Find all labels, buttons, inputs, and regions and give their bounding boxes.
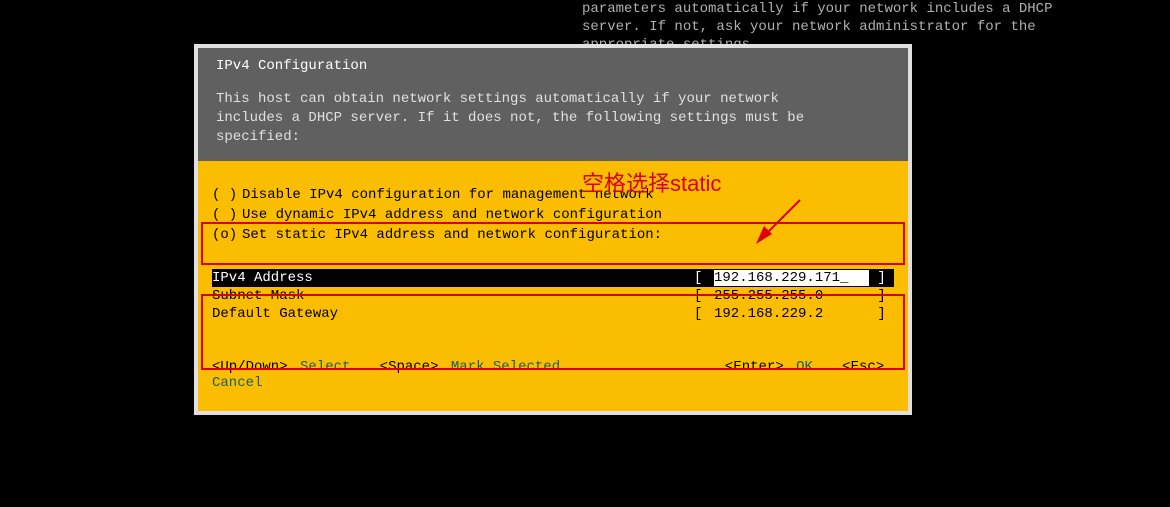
dialog-description: This host can obtain network settings au… [216, 90, 890, 147]
subnet-mask-input[interactable]: 255.255.255.0 [714, 288, 869, 304]
hint-space-key: <Space> [380, 359, 439, 375]
radio-dynamic-ipv4[interactable]: ( )Use dynamic IPv4 address and network … [212, 205, 894, 225]
hint-enter-action: OK [796, 359, 813, 375]
default-gateway-input[interactable]: 192.168.229.2 [714, 306, 869, 322]
radio-static-ipv4[interactable]: (o)Set static IPv4 address and network c… [212, 225, 894, 245]
dialog-footer: <Up/Down> Select <Space> Mark Selected <… [212, 353, 894, 397]
hint-updown-key: <Up/Down> [212, 359, 288, 375]
hint-esc-key: <Esc> [842, 359, 884, 375]
ip-fields: IPv4 Address [ 192.168.229.171_ ] Subnet… [212, 269, 894, 323]
dialog-body: ( )Disable IPv4 configuration for manage… [198, 161, 908, 411]
annotation-text: 空格选择static [582, 166, 721, 198]
hint-updown-action: Select [300, 359, 350, 375]
ipv4-address-input[interactable]: 192.168.229.171_ [714, 270, 869, 286]
dialog-title: IPv4 Configuration [216, 58, 890, 74]
hint-esc-action: Cancel [212, 375, 262, 391]
radio-disable-ipv4[interactable]: ( )Disable IPv4 configuration for manage… [212, 185, 894, 205]
field-ipv4-address[interactable]: IPv4 Address [ 192.168.229.171_ ] [212, 269, 894, 287]
hint-enter-key: <Enter> [725, 359, 784, 375]
field-subnet-mask[interactable]: Subnet Mask [ 255.255.255.0 ] [212, 287, 894, 305]
field-default-gateway[interactable]: Default Gateway [ 192.168.229.2 ] [212, 305, 894, 323]
dialog-header: IPv4 Configuration This host can obtain … [198, 48, 908, 161]
hint-space-action: Mark Selected [451, 359, 560, 375]
ipv4-config-dialog: IPv4 Configuration This host can obtain … [194, 44, 912, 415]
